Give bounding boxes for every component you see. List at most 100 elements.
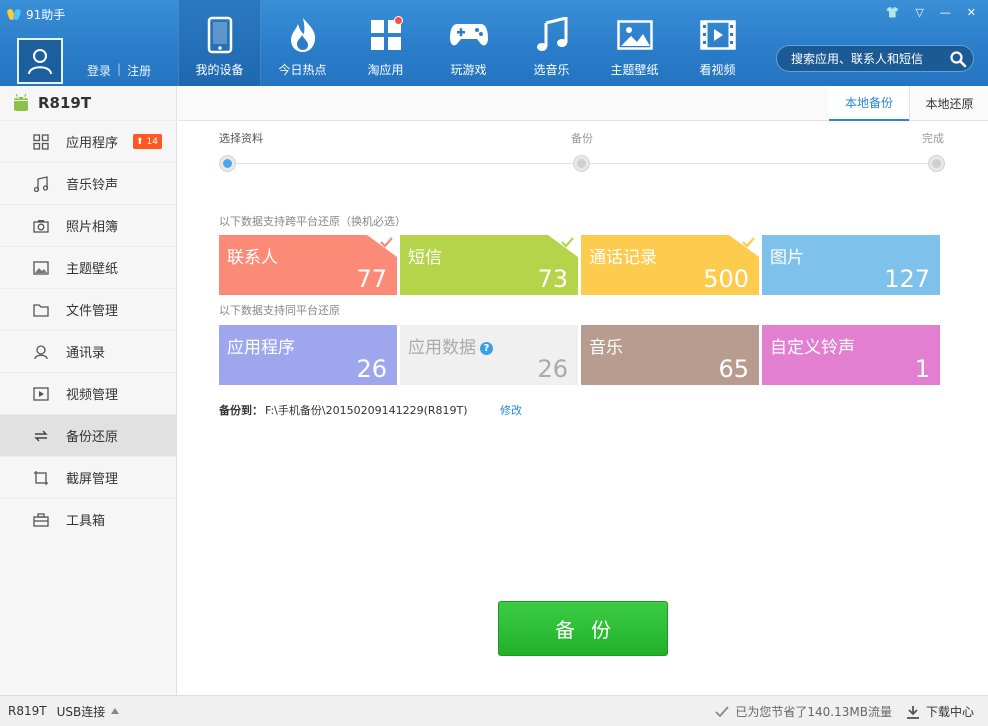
android-icon <box>14 93 28 111</box>
sidebar-item-photos[interactable]: 照片相簿 <box>0 204 176 246</box>
sidebar-item-toolbox[interactable]: 工具箱 <box>0 498 176 540</box>
search-input[interactable] <box>791 51 941 66</box>
tile-applications[interactable]: 应用程序 26 <box>219 325 397 385</box>
download-center-button[interactable]: 下载中心 <box>906 703 974 720</box>
tile-name: 音乐 <box>589 338 623 358</box>
tile-pictures[interactable]: 图片 127 <box>762 235 940 295</box>
tile-contacts[interactable]: 联系人 77 <box>219 235 397 295</box>
backup-button[interactable]: 备份 <box>498 601 668 656</box>
step-label: 完成 <box>922 132 944 145</box>
notification-dot <box>394 16 403 25</box>
toolbox-icon <box>32 511 50 529</box>
tile-custom-ringtones[interactable]: 自定义铃声 1 <box>762 325 940 385</box>
nav-music[interactable]: 选音乐 <box>510 0 593 86</box>
main-panel: 本地备份 本地还原 选择资料 备份 完成 以下数据支持跨平台还原（换机必选） 联… <box>178 86 988 695</box>
backup-path: 备份到： F:\手机备份\20150209141229(R819T) <box>219 402 468 418</box>
nav-games[interactable]: 玩游戏 <box>427 0 510 86</box>
close-icon[interactable]: ✕ <box>967 6 976 19</box>
tile-name-text: 应用数据 <box>408 338 476 358</box>
connection-menu[interactable]: USB连接 <box>57 703 120 720</box>
user-icon <box>28 49 52 75</box>
video-icon <box>32 385 50 403</box>
download-center-label: 下载中心 <box>925 705 974 719</box>
tile-count: 65 <box>718 355 749 383</box>
nav-label: 我的设备 <box>195 63 244 77</box>
account-links: 登录 | 注册 <box>87 62 151 79</box>
nav-label: 看视频 <box>699 63 736 77</box>
tile-app-data[interactable]: 应用数据? 26 <box>400 325 578 385</box>
check-corner-icon <box>548 235 578 257</box>
tile-count: 127 <box>884 265 930 293</box>
skin-icon[interactable]: 👕 <box>886 6 900 19</box>
cross-platform-note: 以下数据支持跨平台还原（换机必选） <box>219 215 406 228</box>
tile-name: 短信 <box>408 248 442 268</box>
flame-icon <box>283 15 323 55</box>
screenshot-icon <box>32 469 50 487</box>
top-header: 91助手 登录 | 注册 我的设备 今日热点 淘应用 玩游戏 选音乐 主题壁纸 … <box>0 0 988 86</box>
tile-sms[interactable]: 短信 73 <box>400 235 578 295</box>
nav-video[interactable]: 看视频 <box>676 0 759 86</box>
backup-path-label: 备份到： <box>219 404 263 417</box>
tile-name: 应用程序 <box>227 338 295 358</box>
status-device-name: R819T <box>8 704 47 718</box>
nav-app-store[interactable]: 淘应用 <box>344 0 427 86</box>
step-label: 选择资料 <box>219 132 263 145</box>
sidebar-item-videos[interactable]: 视频管理 <box>0 372 176 414</box>
sidebar-item-screenshots[interactable]: 截屏管理 <box>0 456 176 498</box>
picture-icon <box>615 15 655 55</box>
sidebar-item-label: 音乐铃声 <box>66 178 119 193</box>
tab-local-restore[interactable]: 本地还原 <box>909 86 988 121</box>
folder-icon <box>32 301 50 319</box>
sidebar-item-wallpaper[interactable]: 主题壁纸 <box>0 246 176 288</box>
sidebar-item-label: 通讯录 <box>66 346 106 361</box>
progress-steps: 选择资料 备份 完成 <box>178 130 988 180</box>
status-bar: R819T USB连接 已为您节省了140.13MB流量 下载中心 <box>0 695 988 726</box>
login-link[interactable]: 登录 <box>87 62 111 79</box>
step-marker <box>573 155 590 172</box>
tab-bar: 本地备份 本地还原 <box>178 86 988 121</box>
connection-type: USB连接 <box>56 704 106 719</box>
sync-icon <box>32 427 50 445</box>
device-header: R819T <box>0 86 176 120</box>
modify-path-link[interactable]: 修改 <box>500 402 522 418</box>
register-link[interactable]: 注册 <box>127 62 151 79</box>
tile-name: 通话记录 <box>589 248 657 268</box>
tile-count: 26 <box>537 355 568 383</box>
sidebar: R819T 应用程序 ⬆14 音乐铃声 照片相簿 主题壁纸 文件管理 通讯录 <box>0 86 177 695</box>
device-name: R819T <box>38 94 92 112</box>
tile-count: 500 <box>703 265 749 293</box>
tile-name: 联系人 <box>227 248 278 268</box>
nav-hot-today[interactable]: 今日热点 <box>261 0 344 86</box>
avatar[interactable] <box>17 38 63 84</box>
nav-label: 玩游戏 <box>450 63 487 77</box>
tile-count: 1 <box>914 355 930 383</box>
music-icon <box>32 175 50 193</box>
same-platform-note: 以下数据支持同平台还原 <box>219 304 340 317</box>
tile-count: 77 <box>356 265 387 293</box>
sidebar-item-backup[interactable]: 备份还原 <box>0 414 176 456</box>
tab-local-backup[interactable]: 本地备份 <box>829 86 909 121</box>
sidebar-item-label: 备份还原 <box>66 430 119 445</box>
sidebar-item-contacts[interactable]: 通讯录 <box>0 330 176 372</box>
sidebar-menu: 应用程序 ⬆ 14 音乐铃声 照片相簿 主题壁纸 文件管理 通讯录 视频管理 备… <box>0 120 176 540</box>
app-logo-icon <box>6 7 22 21</box>
check-corner-icon <box>367 235 397 257</box>
sidebar-item-files[interactable]: 文件管理 <box>0 288 176 330</box>
nav-label: 淘应用 <box>367 63 404 77</box>
sidebar-item-apps[interactable]: 应用程序 ⬆ 14 <box>0 120 176 162</box>
search-icon[interactable] <box>949 50 967 68</box>
nav-wallpaper[interactable]: 主题壁纸 <box>593 0 676 86</box>
window-controls: 👕 ▽ — ✕ <box>886 6 976 19</box>
minimize-icon[interactable]: — <box>940 6 951 19</box>
step-marker <box>219 155 236 172</box>
caret-up-icon <box>111 708 120 714</box>
tile-call-log[interactable]: 通话记录 500 <box>581 235 759 295</box>
help-icon[interactable]: ? <box>480 342 493 355</box>
nav-label: 选音乐 <box>533 63 570 77</box>
nav-my-device[interactable]: 我的设备 <box>178 0 261 86</box>
app-logo: 91助手 <box>6 6 65 23</box>
sidebar-item-music[interactable]: 音乐铃声 <box>0 162 176 204</box>
tile-music[interactable]: 音乐 65 <box>581 325 759 385</box>
grid-icon <box>32 133 50 151</box>
menu-dropdown-icon[interactable]: ▽ <box>915 6 923 19</box>
